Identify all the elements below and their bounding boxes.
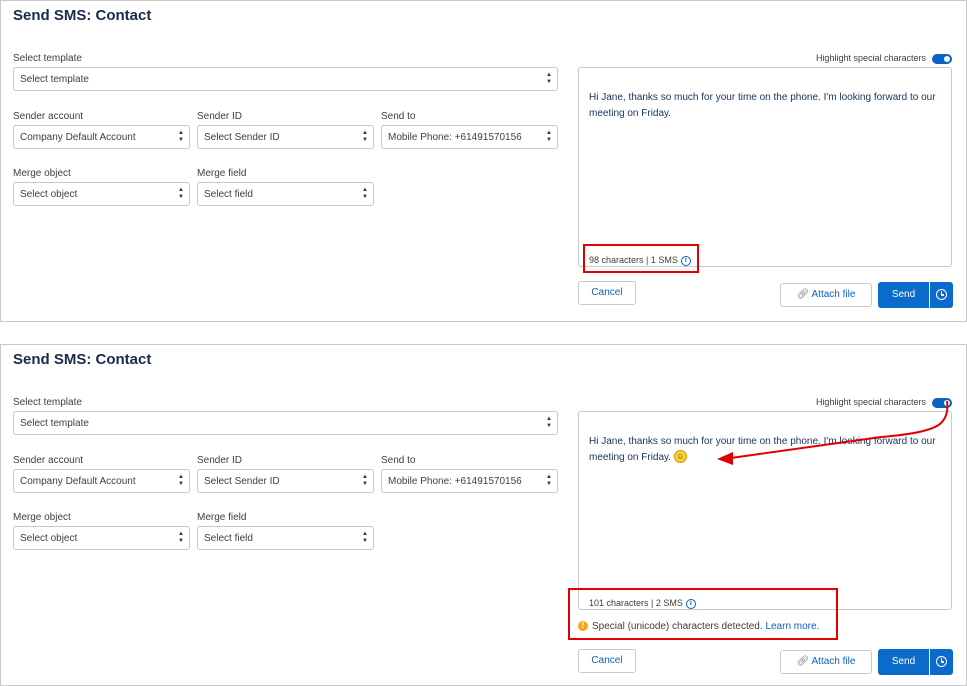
sender-id-dropdown[interactable]: Select Sender ID ▲ ▼ (197, 125, 374, 149)
sender-account-label: Sender account (13, 111, 84, 122)
sender-id-label: Sender ID (197, 455, 243, 466)
paperclip-icon: 🔗︎ (796, 656, 810, 667)
send-to-label: Send to (381, 455, 416, 466)
sort-arrows-icon: ▲ ▼ (178, 130, 184, 143)
schedule-button[interactable] (929, 282, 953, 308)
sort-arrows-icon: ▲ ▼ (178, 474, 184, 487)
send-to-value: Mobile Phone: +61491570156 (388, 132, 522, 143)
merge-object-label: Merge object (13, 512, 71, 523)
schedule-button[interactable] (929, 649, 953, 675)
sender-account-value: Company Default Account (20, 476, 136, 487)
sort-arrows-icon: ▲ ▼ (546, 72, 552, 85)
cancel-button[interactable]: Cancel (578, 281, 636, 305)
cancel-button[interactable]: Cancel (578, 649, 636, 673)
select-template-dropdown[interactable]: Select template ▲ ▼ (13, 411, 558, 435)
send-button[interactable]: Send (878, 282, 929, 308)
sort-arrows-icon: ▲ ▼ (362, 130, 368, 143)
select-template-dropdown[interactable]: Select template ▲ ▼ (13, 67, 558, 91)
sender-id-value: Select Sender ID (204, 132, 280, 143)
send-sms-panel-2: Send SMS: Contact Select template Select… (0, 344, 967, 686)
message-text: Hi Jane, thanks so much for your time on… (589, 92, 936, 119)
select-template-value: Select template (20, 418, 89, 429)
sender-id-label: Sender ID (197, 111, 243, 122)
clock-icon (936, 656, 947, 667)
highlight-special-label: Highlight special characters (815, 53, 926, 63)
merge-object-dropdown[interactable]: Select object ▲ ▼ (13, 182, 190, 206)
send-sms-panel-1: Send SMS: Contact Select template Select… (0, 0, 967, 322)
page-title: Send SMS: Contact (13, 351, 152, 368)
merge-object-value: Select object (20, 189, 78, 200)
merge-field-dropdown[interactable]: Select field ▲ ▼ (197, 182, 374, 206)
merge-object-dropdown[interactable]: Select object ▲ ▼ (13, 526, 190, 550)
annotation-arrow-head (717, 452, 733, 465)
message-textarea[interactable]: Hi Jane, thanks so much for your time on… (578, 67, 952, 267)
send-button[interactable]: Send (878, 649, 929, 675)
merge-object-value: Select object (20, 533, 78, 544)
send-to-dropdown[interactable]: Mobile Phone: +61491570156 ▲ ▼ (381, 125, 558, 149)
merge-field-label: Merge field (197, 168, 247, 179)
select-template-label: Select template (13, 53, 82, 64)
annotation-arrow (717, 400, 949, 465)
smiley-emoji-icon: ☺ (673, 449, 687, 463)
clock-icon (936, 289, 947, 300)
attach-file-button[interactable]: 🔗︎ Attach file (780, 283, 872, 307)
select-template-label: Select template (13, 397, 82, 408)
annotation-highlight-box (583, 244, 699, 273)
attach-file-label: Attach file (811, 289, 856, 300)
sender-account-dropdown[interactable]: Company Default Account ▲ ▼ (13, 125, 190, 149)
sort-arrows-icon: ▲ ▼ (546, 474, 552, 487)
sort-arrows-icon: ▲ ▼ (362, 187, 368, 200)
paperclip-icon: 🔗︎ (796, 289, 810, 300)
merge-field-label: Merge field (197, 512, 247, 523)
merge-object-label: Merge object (13, 168, 71, 179)
page-title: Send SMS: Contact (13, 7, 152, 24)
send-to-dropdown[interactable]: Mobile Phone: +61491570156 ▲ ▼ (381, 469, 558, 493)
merge-field-value: Select field (204, 189, 253, 200)
send-to-value: Mobile Phone: +61491570156 (388, 476, 522, 487)
sort-arrows-icon: ▲ ▼ (362, 531, 368, 544)
sender-id-dropdown[interactable]: Select Sender ID ▲ ▼ (197, 469, 374, 493)
merge-field-value: Select field (204, 533, 253, 544)
sender-account-label: Sender account (13, 455, 84, 466)
attach-file-button[interactable]: 🔗︎ Attach file (780, 650, 872, 674)
sort-arrows-icon: ▲ ▼ (178, 187, 184, 200)
sender-id-value: Select Sender ID (204, 476, 280, 487)
sender-account-value: Company Default Account (20, 132, 136, 143)
send-to-label: Send to (381, 111, 416, 122)
annotation-arrow-line (730, 400, 949, 459)
highlight-special-toggle[interactable] (932, 54, 952, 64)
select-template-value: Select template (20, 74, 89, 85)
sort-arrows-icon: ▲ ▼ (546, 130, 552, 143)
sender-account-dropdown[interactable]: Company Default Account ▲ ▼ (13, 469, 190, 493)
sort-arrows-icon: ▲ ▼ (546, 416, 552, 429)
sort-arrows-icon: ▲ ▼ (362, 474, 368, 487)
annotation-highlight-box (568, 588, 838, 640)
attach-file-label: Attach file (811, 656, 856, 667)
sort-arrows-icon: ▲ ▼ (178, 531, 184, 544)
merge-field-dropdown[interactable]: Select field ▲ ▼ (197, 526, 374, 550)
